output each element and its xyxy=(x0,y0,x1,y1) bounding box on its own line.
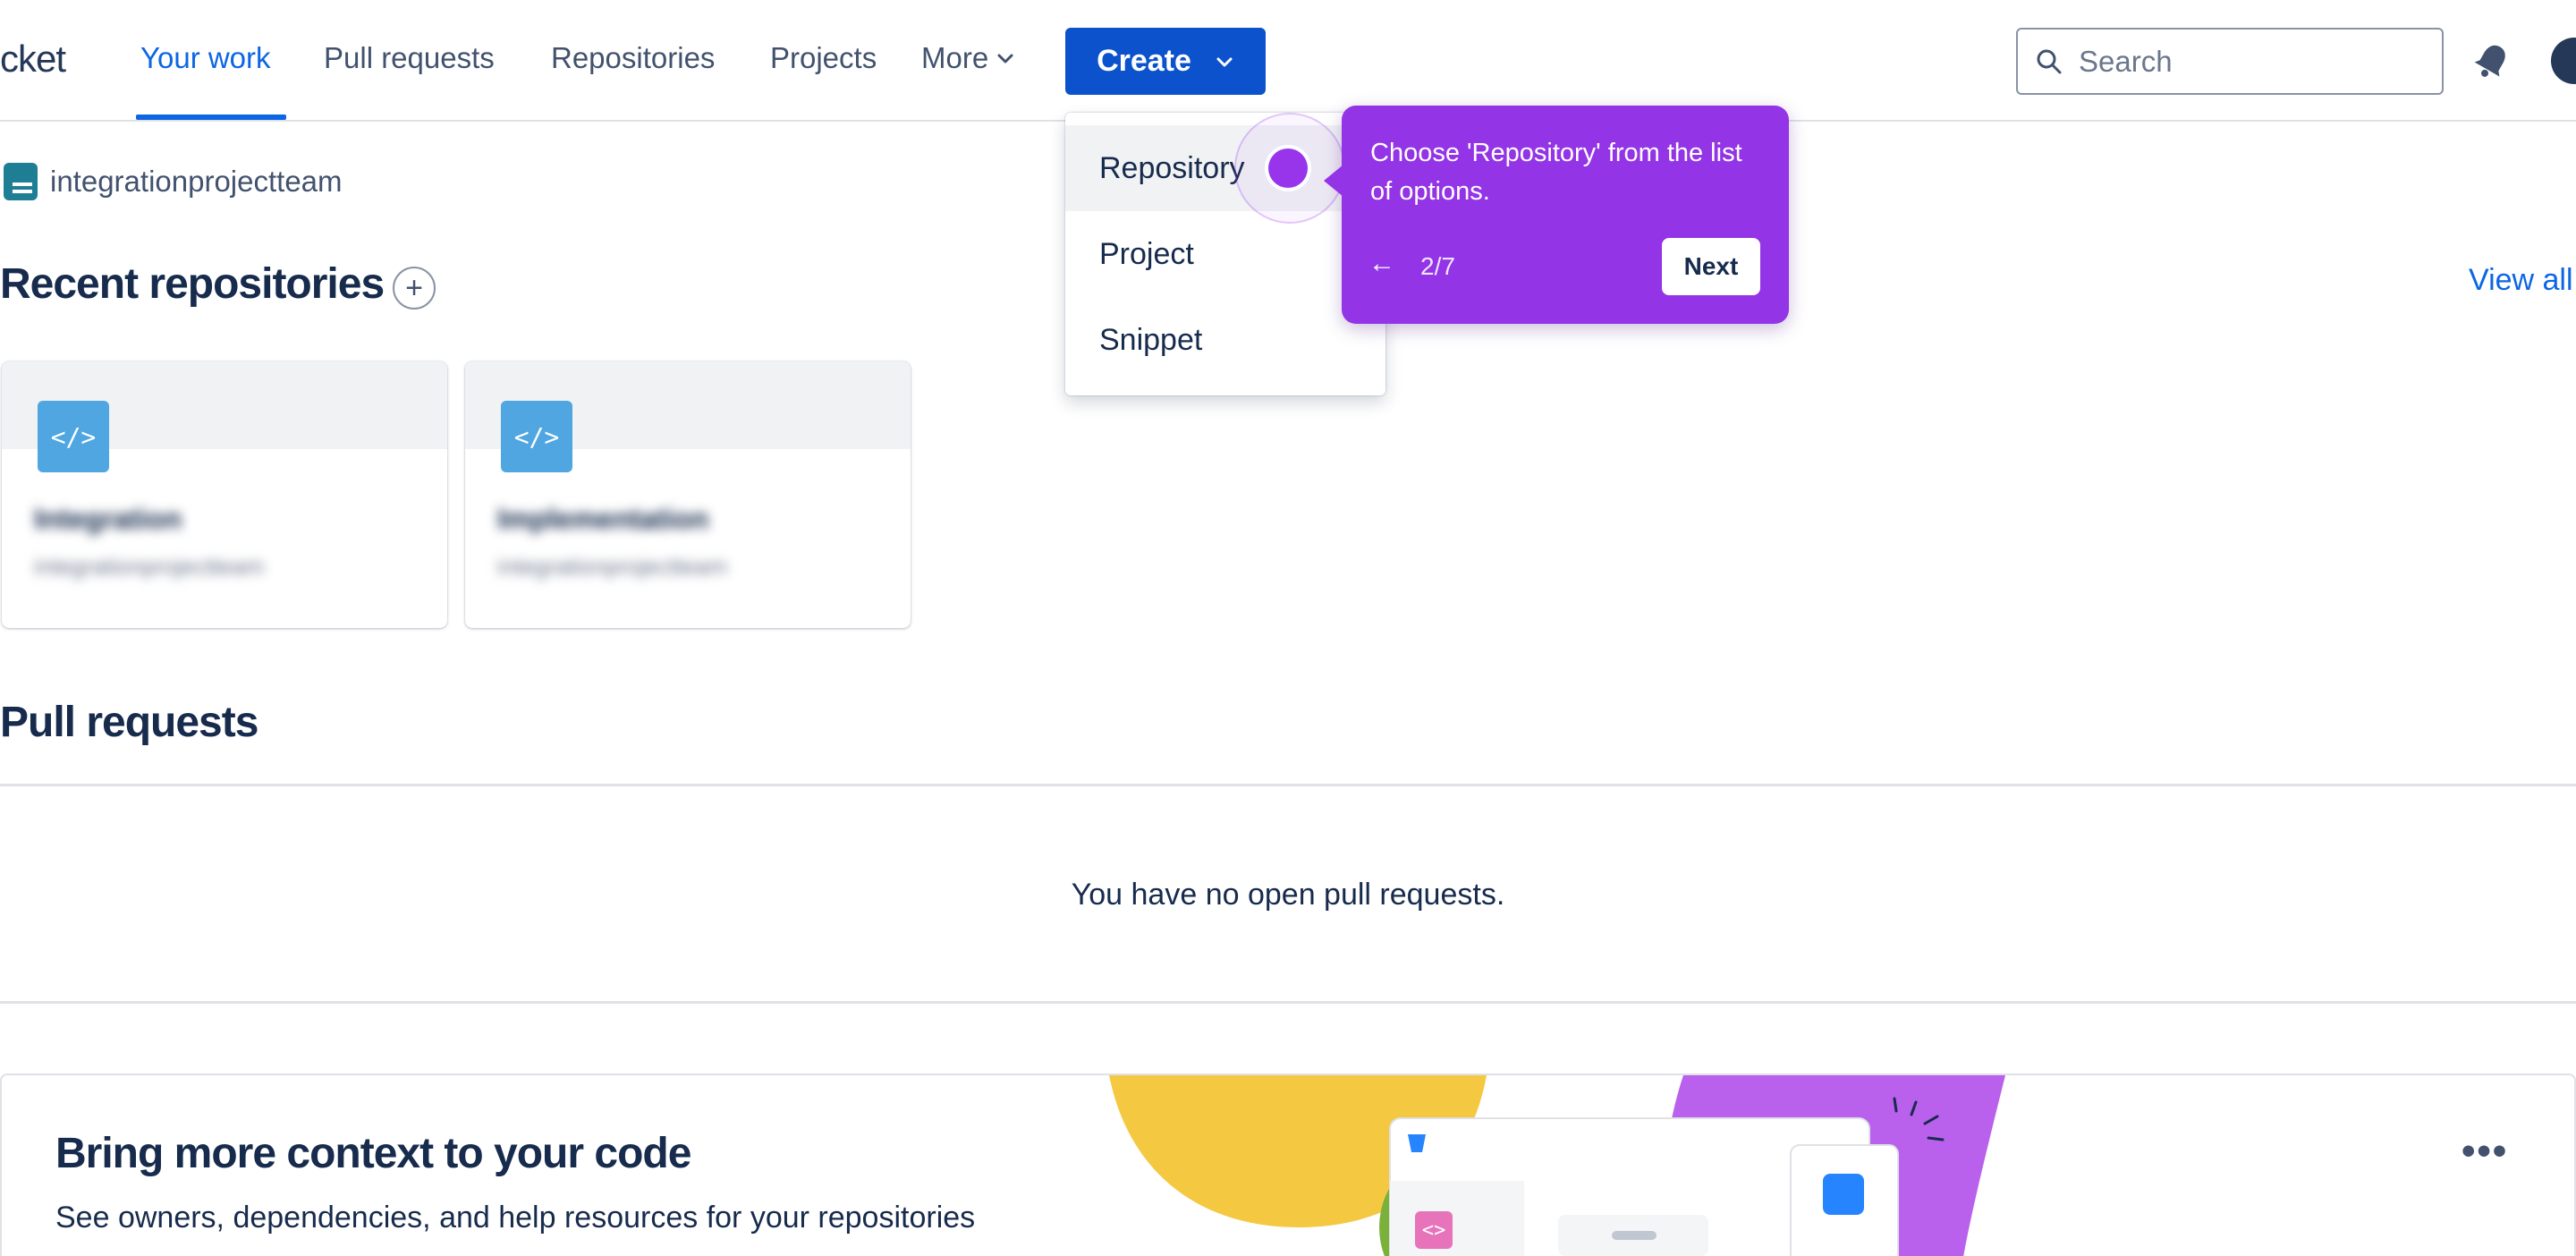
promo-illustration: <> xyxy=(1109,1075,2005,1256)
create-button[interactable]: Create xyxy=(1065,28,1266,95)
repository-workspace: integrationprojectteam xyxy=(497,553,728,580)
repository-card[interactable]: </> Integration integrationprojectteam xyxy=(2,361,447,628)
menu-item-snippet[interactable]: Snippet xyxy=(1065,297,1385,383)
guide-instruction: Choose 'Repository' from the list of opt… xyxy=(1370,139,1742,206)
recent-repositories-heading: Recent repositories xyxy=(0,260,385,308)
promo-title: Bring more context to your code xyxy=(55,1130,691,1177)
active-nav-indicator xyxy=(136,115,286,120)
code-icon: </> xyxy=(38,401,109,472)
guide-beacon[interactable] xyxy=(1268,149,1308,188)
nav-more[interactable]: More xyxy=(921,41,1015,75)
product-logo[interactable]: cket xyxy=(0,38,66,81)
help-icon[interactable] xyxy=(2551,38,2576,84)
search-field[interactable] xyxy=(2016,28,2444,95)
top-navigation: cket Your work Pull requests Repositorie… xyxy=(0,0,2576,122)
nav-projects[interactable]: Projects xyxy=(770,41,877,75)
plus-icon: + xyxy=(405,270,423,305)
notifications-bell-icon[interactable] xyxy=(2470,39,2513,82)
empty-state-message: You have no open pull requests. xyxy=(1071,878,1505,912)
workspace-selector[interactable]: integrationprojectteam xyxy=(4,163,343,200)
search-input[interactable] xyxy=(2079,44,2419,79)
more-options-icon[interactable]: ••• xyxy=(2462,1129,2508,1174)
nav-more-label: More xyxy=(921,41,989,74)
repository-card[interactable]: </> Implementation integrationprojecttea… xyxy=(465,361,911,628)
workspace-name: integrationprojectteam xyxy=(50,165,343,198)
guide-tooltip: Choose 'Repository' from the list of opt… xyxy=(1324,106,1789,324)
guide-step-counter: 2/7 xyxy=(1420,252,1455,280)
chevron-down-icon xyxy=(997,54,1013,64)
nav-repositories[interactable]: Repositories xyxy=(551,41,715,75)
nav-your-work[interactable]: Your work xyxy=(140,41,271,75)
back-arrow-icon[interactable]: ← xyxy=(1368,249,1395,279)
create-button-label: Create xyxy=(1097,44,1191,78)
nav-pull-requests[interactable]: Pull requests xyxy=(324,41,495,75)
next-button[interactable]: Next xyxy=(1662,238,1760,295)
search-icon xyxy=(2037,49,2062,73)
repository-name[interactable]: Implementation xyxy=(497,503,708,536)
pull-requests-heading: Pull requests xyxy=(0,699,258,746)
promo-banner: Bring more context to your code See owne… xyxy=(0,1074,2576,1256)
svg-text:<>: <> xyxy=(1422,1219,1446,1242)
code-icon: </> xyxy=(501,401,572,472)
view-all-link[interactable]: View all xyxy=(2469,263,2573,298)
promo-description: See owners, dependencies, and help resou… xyxy=(55,1201,976,1235)
add-repository-button[interactable]: + xyxy=(393,267,436,310)
repository-workspace: integrationprojectteam xyxy=(34,553,265,580)
menu-item-project[interactable]: Project xyxy=(1065,211,1385,297)
pull-requests-panel: You have no open pull requests. xyxy=(0,784,2576,1004)
workspace-avatar-icon xyxy=(4,163,38,200)
repository-name[interactable]: Integration xyxy=(34,503,182,536)
chevron-down-icon xyxy=(1216,57,1233,66)
